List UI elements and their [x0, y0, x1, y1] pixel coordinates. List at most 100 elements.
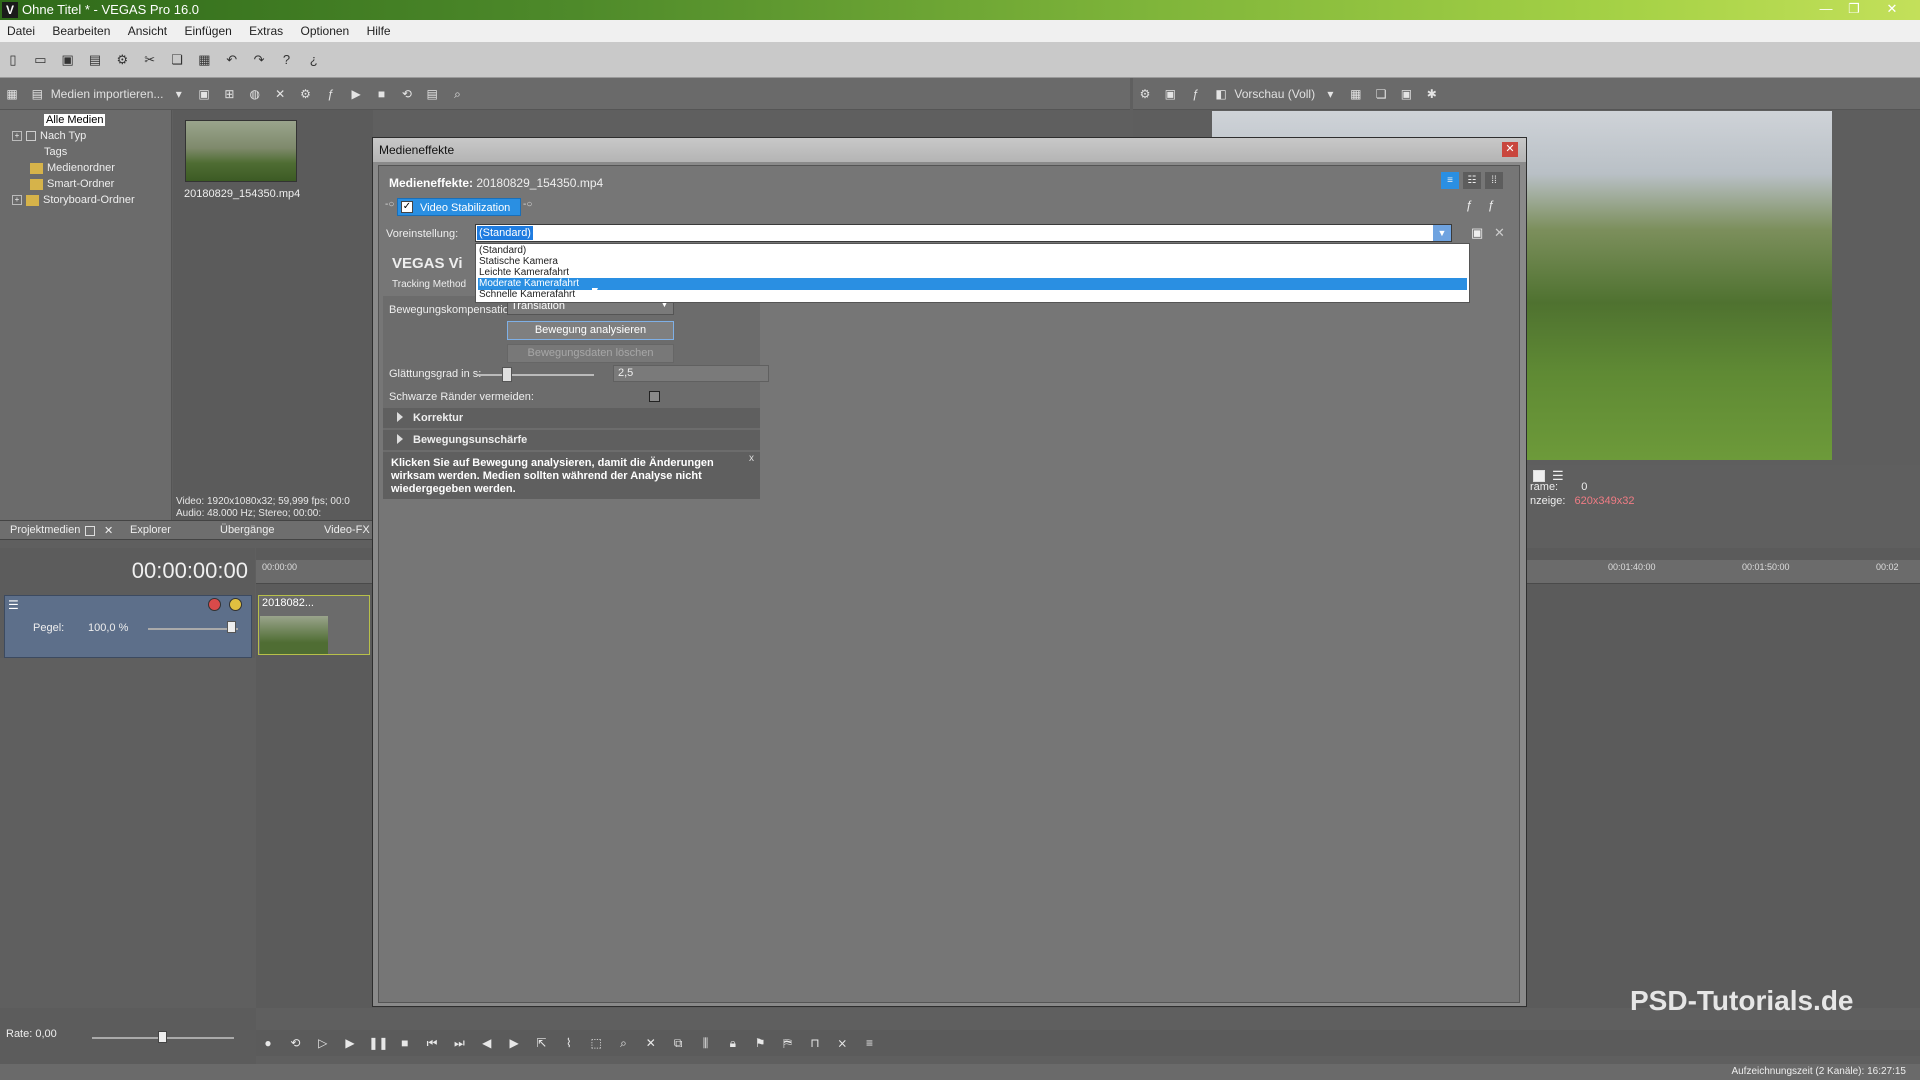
play-icon[interactable]: ▶	[348, 86, 364, 102]
fx-plugin-icon[interactable]: ƒ	[323, 86, 339, 102]
rate-slider-handle[interactable]	[158, 1031, 167, 1043]
chevron-down-icon[interactable]: ▾	[1322, 86, 1338, 102]
marker-icon[interactable]: ⚑	[751, 1034, 769, 1052]
save-as-icon[interactable]: ▤	[87, 52, 103, 68]
import-media-button[interactable]: Medien importieren...	[51, 87, 164, 101]
loop-icon[interactable]: ⟲	[286, 1034, 304, 1052]
menu-einfuegen[interactable]: Einfügen	[177, 20, 238, 42]
stop-icon[interactable]: ■	[374, 86, 390, 102]
go-to-start-icon[interactable]: ⏮	[423, 1034, 441, 1052]
previous-frame-icon[interactable]: ◀	[478, 1034, 496, 1052]
section-bewegungsunschaerfe[interactable]: Bewegungsunschärfe	[383, 430, 760, 450]
smoothing-slider-handle[interactable]	[502, 367, 512, 382]
help-icon[interactable]: ?	[278, 52, 294, 68]
tree-item-smart-ordner[interactable]: Smart-Ordner	[30, 176, 114, 192]
copy-snapshot-icon[interactable]: ❏	[1373, 86, 1389, 102]
chevron-down-icon[interactable]: ▼	[1433, 225, 1451, 241]
clear-motion-data-button[interactable]: Bewegungsdaten löschen	[507, 344, 674, 363]
paste-icon[interactable]: ▦	[196, 52, 212, 68]
tab-projektmedien[interactable]: Projektmedien	[10, 524, 80, 536]
web-icon[interactable]: ◍	[247, 86, 263, 102]
envelope-tool-icon[interactable]: ⌇	[560, 1034, 578, 1052]
menu-ansicht[interactable]: Ansicht	[121, 20, 174, 42]
trim-icon[interactable]: ⧉	[669, 1034, 687, 1052]
minimize-button[interactable]: —	[1814, 0, 1838, 18]
mute-icon[interactable]	[208, 598, 221, 611]
fx-chain-video-stabilization[interactable]: Video Stabilization	[397, 198, 521, 216]
preview-quality-select[interactable]: Vorschau (Voll)	[1234, 87, 1315, 101]
save-icon[interactable]: ▣	[60, 52, 76, 68]
info-close-icon[interactable]: x	[749, 453, 754, 464]
view-icon[interactable]: ▦	[4, 86, 20, 102]
window-icon[interactable]	[85, 526, 95, 536]
track-menu-icon[interactable]: ☰	[8, 598, 19, 612]
remove-icon[interactable]: ✕	[272, 86, 288, 102]
copy-icon[interactable]: ❏	[169, 52, 185, 68]
track-level-slider[interactable]	[148, 628, 238, 630]
close-window-button[interactable]: ✕	[1880, 0, 1904, 18]
tab-video-fx[interactable]: Video-FX	[324, 524, 370, 536]
lock-icon[interactable]: 🔒︎	[724, 1034, 742, 1052]
tree-item-tags[interactable]: Tags	[30, 144, 67, 160]
menu-bearbeiten[interactable]: Bearbeiten	[45, 20, 117, 42]
menu-extras[interactable]: Extras	[242, 20, 290, 42]
open-folder-icon[interactable]: ▭	[32, 52, 48, 68]
save-preset-icon[interactable]: ▣	[1471, 225, 1483, 241]
analyze-motion-button[interactable]: Bewegung analysieren	[507, 321, 674, 340]
preset-option[interactable]: Schnelle Kamerafahrt	[478, 289, 1467, 301]
go-to-end-icon[interactable]: ⏭	[450, 1034, 468, 1052]
smoothing-value-input[interactable]: 2,5	[613, 365, 769, 382]
dialog-close-icon[interactable]: ✕	[1502, 142, 1518, 157]
expand-icon[interactable]: +	[12, 131, 22, 142]
menu-hilfe[interactable]: Hilfe	[360, 20, 398, 42]
external-monitor-icon[interactable]: ▣	[1162, 86, 1178, 102]
region-icon[interactable]: ⛿	[779, 1034, 797, 1052]
properties-icon[interactable]: ⚙	[114, 52, 130, 68]
tab-explorer[interactable]: Explorer	[130, 524, 171, 536]
whats-this-icon[interactable]: ¿	[306, 52, 322, 68]
ripple-icon[interactable]: ≡	[861, 1034, 879, 1052]
auto-crossfade-icon[interactable]: ⨯	[833, 1034, 851, 1052]
zoom-icon[interactable]: ⌕	[450, 86, 466, 102]
chevron-down-icon[interactable]: ▾	[171, 86, 187, 102]
delete-preset-icon[interactable]: ✕	[1494, 225, 1505, 241]
split-screen-icon[interactable]: ◧	[1213, 86, 1229, 102]
grid-icon[interactable]: ▦	[1348, 86, 1364, 102]
tree-item-medienordner[interactable]: Medienordner	[30, 160, 115, 176]
preset-select[interactable]	[475, 224, 1452, 242]
stop-icon[interactable]: ■	[396, 1034, 414, 1052]
record-icon[interactable]: ●	[259, 1034, 277, 1052]
track-level-slider-handle[interactable]	[227, 621, 236, 633]
tab-uebergaenge[interactable]: Übergänge	[220, 524, 274, 536]
fx-enable-checkbox[interactable]: ✓	[401, 201, 413, 213]
selection-tool-icon[interactable]: ⬚	[587, 1034, 605, 1052]
import-icon[interactable]: ▤	[29, 86, 45, 102]
detail-view-icon[interactable]: ☷	[1463, 172, 1481, 189]
snap-icon[interactable]: ⊓	[806, 1034, 824, 1052]
maximize-button[interactable]: ❐	[1842, 0, 1866, 18]
solo-icon[interactable]	[229, 598, 242, 611]
new-file-icon[interactable]: ▯	[5, 52, 21, 68]
grid-view-icon[interactable]: ⁞⁞	[1485, 172, 1503, 189]
pause-icon[interactable]: ❚❚	[368, 1034, 388, 1052]
play-from-start-icon[interactable]: ▷	[314, 1034, 332, 1052]
split-icon[interactable]: ⫼	[697, 1034, 715, 1052]
capture-icon[interactable]: ▣	[196, 86, 212, 102]
gear-icon[interactable]: ⚙	[1137, 86, 1153, 102]
get-media-icon[interactable]: ⊞	[221, 86, 237, 102]
add-fx-icon[interactable]: ƒ	[1466, 198, 1473, 212]
zoom-tool-icon[interactable]: ⌕	[614, 1034, 632, 1052]
next-frame-icon[interactable]: ▶	[505, 1034, 523, 1052]
settings-icon[interactable]: ✱	[1424, 86, 1440, 102]
remove-fx-icon[interactable]: ƒ	[1488, 198, 1495, 212]
media-thumbnail[interactable]	[185, 120, 297, 182]
auto-preview-icon[interactable]: ⟲	[399, 86, 415, 102]
smoothing-slider[interactable]	[478, 374, 594, 376]
play-icon[interactable]: ▶	[341, 1034, 359, 1052]
section-korrektur[interactable]: Korrektur	[383, 408, 760, 428]
redo-icon[interactable]: ↷	[251, 52, 267, 68]
menu-datei[interactable]: Datei	[0, 20, 42, 42]
fx-icon[interactable]: ⚙	[297, 86, 313, 102]
normal-edit-tool-icon[interactable]: ⇱	[532, 1034, 550, 1052]
views-icon[interactable]: ▤	[424, 86, 440, 102]
